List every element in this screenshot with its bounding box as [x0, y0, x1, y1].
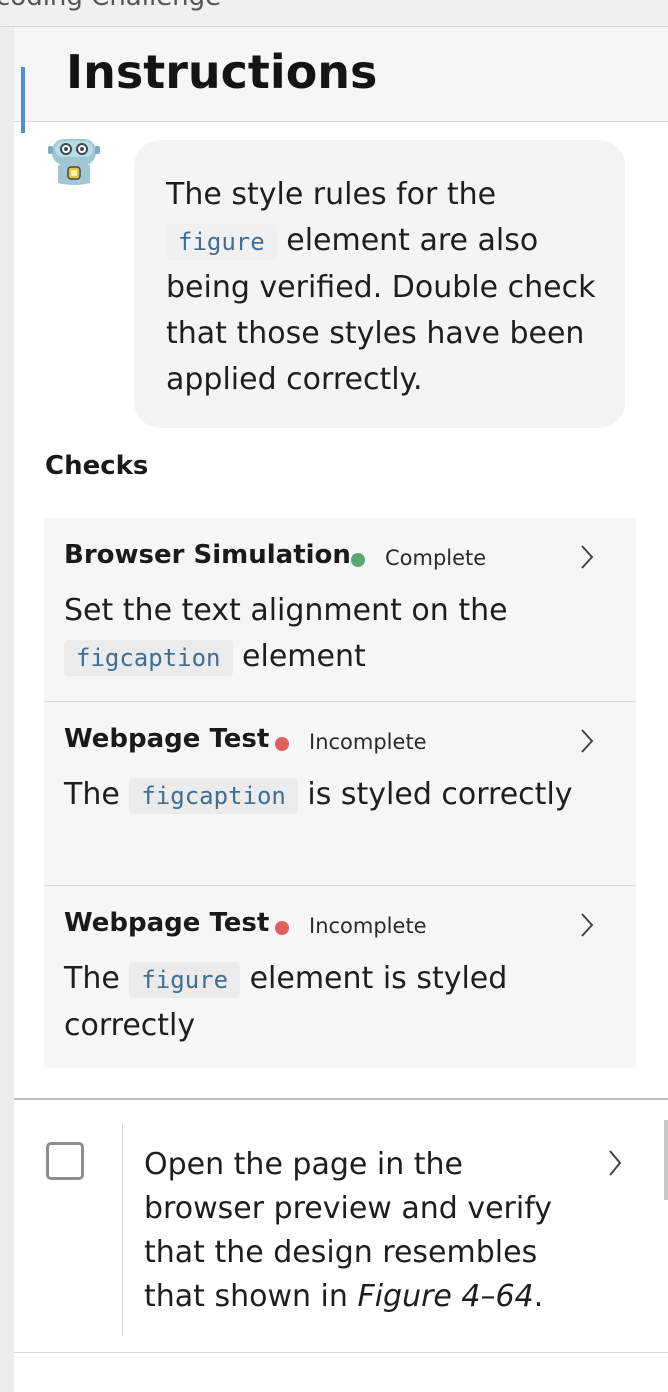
code-figcaption: figcaption — [129, 778, 298, 814]
previous-section-strip: coding Challenge — [0, 0, 668, 27]
check-item-webpage-test[interactable]: Webpage Test Incomplete The figure eleme… — [44, 886, 636, 1069]
check-description: The figcaption is styled correctly — [64, 777, 573, 814]
check-item-webpage-test[interactable]: Webpage Test Incomplete The figcaption i… — [44, 702, 636, 885]
status-dot — [351, 553, 365, 567]
status-badge: Incomplete — [309, 730, 427, 754]
robot-icon — [43, 126, 105, 188]
section-divider — [14, 1098, 668, 1100]
status-badge: Incomplete — [309, 914, 427, 938]
active-indicator — [21, 67, 25, 133]
divider — [14, 1352, 668, 1353]
code-figure: figure — [129, 962, 241, 998]
check-item-browser-simulation[interactable]: Browser Simulation Complete Set the text… — [44, 518, 636, 701]
task-text: Open the page in the browser preview and… — [144, 1147, 553, 1314]
chevron-right-icon[interactable] — [604, 1147, 626, 1179]
check-type: Browser Simulation — [64, 540, 351, 570]
check-type: Webpage Test — [64, 908, 270, 938]
instructions-header: Instructions — [14, 27, 668, 122]
status-badge: Complete — [385, 546, 487, 570]
instructions-panel: Instructions The style rules for the fig… — [14, 27, 668, 1392]
checks-list: Browser Simulation Complete Set the text… — [44, 518, 636, 1068]
page-title: Instructions — [66, 45, 378, 99]
assistant-message-bubble: The style rules for the figure element a… — [134, 140, 625, 428]
figure-reference: Figure 4–64 — [357, 1279, 534, 1314]
chevron-right-icon[interactable] — [576, 542, 598, 572]
scrollbar[interactable] — [664, 1120, 668, 1200]
check-type: Webpage Test — [64, 724, 270, 754]
chevron-right-icon[interactable] — [576, 726, 598, 756]
code-figure: figure — [166, 224, 277, 260]
assistant-message: The style rules for the figure element a… — [166, 177, 596, 397]
checks-heading: Checks — [45, 451, 149, 481]
chevron-right-icon[interactable] — [576, 910, 598, 940]
status-dot — [275, 921, 289, 935]
check-description: The figure element is styled correctly — [64, 961, 508, 1043]
task-checkbox[interactable] — [46, 1142, 84, 1180]
task-divider — [122, 1124, 123, 1336]
previous-section-text: coding Challenge — [0, 0, 221, 12]
check-description: Set the text alignment on the figcaption… — [64, 593, 508, 676]
code-figcaption: figcaption — [64, 640, 233, 676]
status-dot — [275, 737, 289, 751]
